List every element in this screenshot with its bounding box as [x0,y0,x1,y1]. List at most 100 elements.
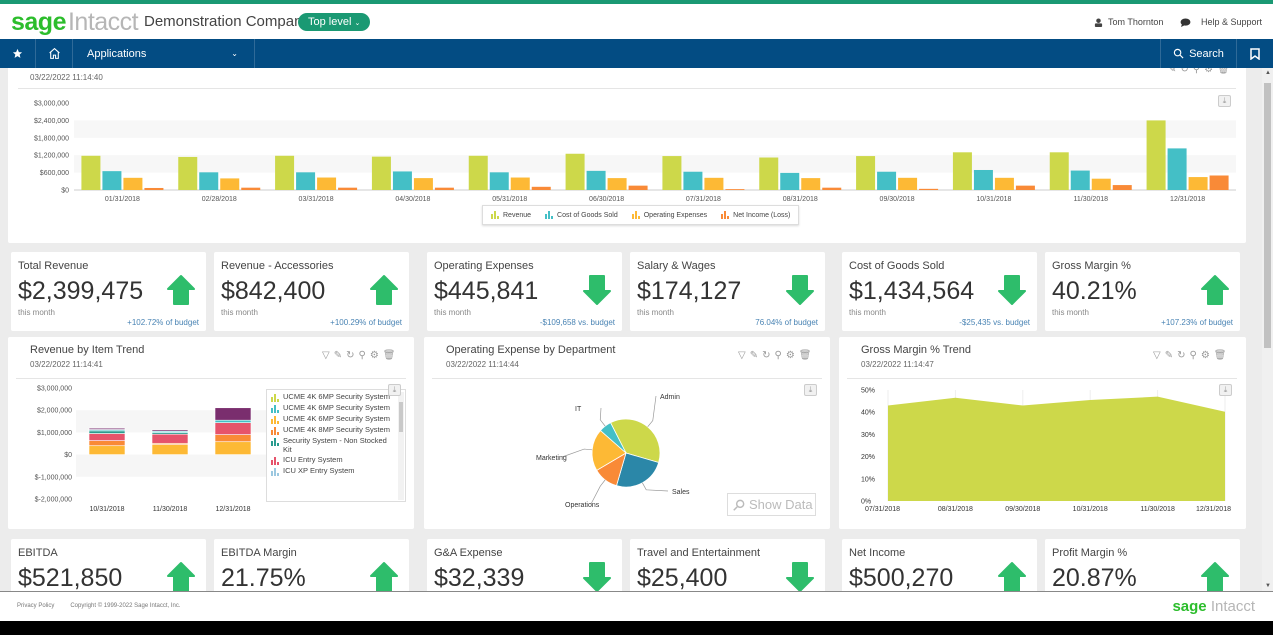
y-tick-label: $0 [64,452,72,459]
bar-cost-of-goods-sold [683,171,703,190]
legend-scrollbar[interactable] [398,392,404,500]
privacy-policy-link[interactable]: Privacy Policy [17,603,54,609]
favorites-button[interactable] [0,39,36,68]
bottom-black-bar [0,621,1273,635]
kpi-budget-comparison: 76.04% of budget [755,318,818,327]
bar-chart-icon [271,438,279,446]
star-icon [12,48,23,58]
kpi-card[interactable]: Gross Margin % 40.21% this month +107.23… [1045,252,1240,331]
arrow-up-icon [369,561,399,591]
bar-operating-expenses [220,178,240,190]
bar-net-income-loss- [919,188,939,190]
legend-item[interactable]: ICU Entry System [271,455,391,465]
bar-operating-expenses [317,177,337,190]
y-tick-label: $1,200,000 [34,153,69,160]
bar-operating-expenses [898,177,918,190]
bar-revenue [81,155,101,190]
gross-margin-area-chart: 0% 10% 20% 30% 40% 50% 07/31/2018 08/31/2018 09/… [861,388,1231,514]
kpi-card[interactable]: Travel and Entertainment $25,400 [630,539,825,591]
kpi-budget-comparison: +100.29% of budget [330,318,402,327]
arrow-up-icon [1200,274,1230,306]
bar-chart-icon [271,468,279,476]
kpi-period: this month [18,308,55,317]
kpi-card[interactable]: Total Revenue $2,399,475 this month +102… [11,252,206,331]
bar-chart-icon [271,416,279,424]
bookmark-button[interactable] [1237,39,1273,68]
pie-leader-line [599,407,606,427]
user-name: Tom Thornton [1108,17,1164,27]
legend-item[interactable]: Net Income (Loss) [721,211,790,219]
page-scrollbar[interactable]: ▲ ▼ [1262,68,1273,591]
download-icon[interactable]: ⤓ [1219,384,1232,396]
bar-cost-of-goods-sold [296,172,316,190]
kpi-value: 40.21% [1052,277,1137,305]
y-tick-label: $2,400,000 [34,118,69,125]
kpi-card[interactable]: Operating Expenses $445,841 this month -… [427,252,622,331]
user-menu[interactable]: Tom Thornton [1094,17,1163,27]
arrow-up-icon [166,274,196,306]
legend-item[interactable]: UCME 4K 6MP Security System [271,403,391,413]
bar-revenue [759,157,779,190]
financial-summary-chart-card: 03/22/2022 11:14:40 ✎ ↻ ⚲ ⚙ 🗑 ⤓ $0 $600,000 $1… [8,68,1246,243]
pie-label: Sales [672,489,690,496]
kpi-card[interactable]: EBITDA Margin 21.75% [214,539,409,591]
applications-menu[interactable]: Applications ⌄ [73,39,255,68]
kpi-card[interactable]: Salary & Wages $174,127 this month 76.04… [630,252,825,331]
x-tick-label: 12/31/2018 [215,506,250,513]
legend-item[interactable]: UCME 4K 6MP Security System [271,392,391,402]
legend-item[interactable]: ICU XP Entry System [271,466,391,476]
kpi-card[interactable]: Revenue - Accessories $842,400 this mont… [214,252,409,331]
scroll-down-arrow[interactable]: ▼ [1265,583,1271,589]
entity-level-dropdown[interactable]: Top level ⌄ [298,13,371,31]
bar-cost-of-goods-sold [1167,148,1187,190]
legend-item[interactable]: Revenue [491,211,531,219]
y-tick-label: $1,000,000 [37,430,72,437]
legend-item[interactable]: UCME 4K 8MP Security System [271,425,391,435]
opex-by-department-card: Operating Expense by Department 03/22/20… [424,337,830,529]
help-support-link[interactable]: Help & Support [1180,17,1262,27]
legend-item[interactable]: Cost of Goods Sold [545,211,618,219]
kpi-value: 21.75% [221,564,306,591]
bar-net-income-loss- [338,187,358,190]
copyright-text: Copyright © 1999-2022 Sage Intacct, Inc. [70,603,181,609]
x-tick-label: 05/31/2018 [492,196,527,203]
home-button[interactable] [36,39,73,68]
y-tick-label: $600,000 [40,170,69,177]
kpi-card[interactable]: G&A Expense $32,339 [427,539,622,591]
x-tick-label: 10/31/2018 [976,196,1011,203]
stacked-bar-segment [88,445,126,455]
pie-label: Operations [565,502,600,509]
bar-operating-expenses [801,178,821,190]
scrollbar-thumb[interactable] [1264,83,1271,348]
bar-revenue [275,155,295,190]
bar-cost-of-goods-sold [102,171,122,190]
kpi-card[interactable]: EBITDA $521,850 [11,539,206,591]
chart-legend[interactable]: UCME 4K 6MP Security System UCME 4K 6MP S… [266,389,406,502]
kpi-title: EBITDA Margin [221,547,297,559]
show-data-button[interactable]: Show Data [727,493,816,516]
bar-cost-of-goods-sold [586,170,606,190]
x-tick-label: 11/30/2018 [1140,506,1175,513]
kpi-budget-comparison: -$109,658 vs. budget [539,318,615,327]
x-tick-label: 11/30/2018 [1073,196,1108,203]
legend-item[interactable]: UCME 4K 6MP Security System [271,414,391,424]
kpi-value: $842,400 [221,277,326,305]
download-icon[interactable]: ⤓ [388,384,401,396]
scroll-up-arrow[interactable]: ▲ [1265,70,1271,76]
x-tick-label: 08/31/2018 [938,506,973,513]
legend-item[interactable]: Operating Expenses [631,211,707,219]
bar-revenue [1049,152,1069,190]
main-nav: Applications ⌄ Search [0,39,1273,68]
grid-band [74,120,1236,138]
download-icon[interactable]: ⤓ [804,384,817,396]
sage-intacct-logo[interactable]: sageIntacct [11,8,139,37]
search-button[interactable]: Search [1160,39,1237,68]
user-icon [1094,17,1103,27]
kpi-card[interactable]: Profit Margin % 20.87% [1045,539,1240,591]
kpi-card[interactable]: Net Income $500,270 [842,539,1037,591]
legend-item[interactable]: Security System - Non Stocked Kit [271,436,391,454]
kpi-card[interactable]: Cost of Goods Sold $1,434,564 this month… [842,252,1037,331]
kpi-title: Gross Margin % [1052,260,1131,272]
kpi-title: Profit Margin % [1052,547,1128,559]
kpi-value: $500,270 [849,564,954,591]
